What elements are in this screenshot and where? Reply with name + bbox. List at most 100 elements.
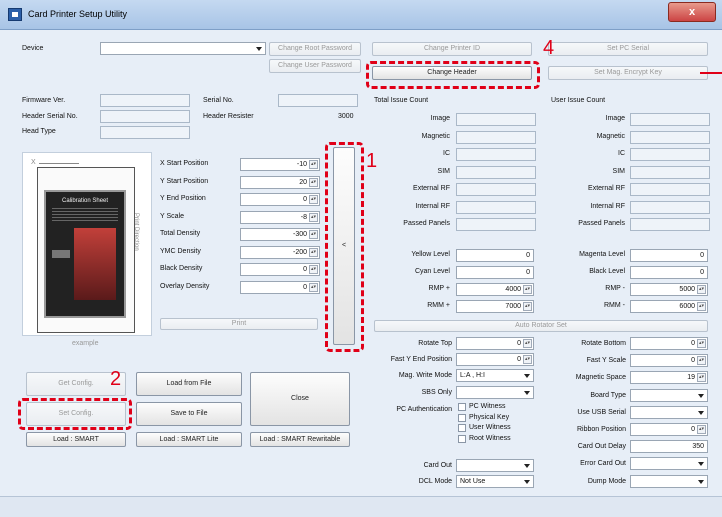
checkbox[interactable] xyxy=(458,413,466,422)
spinner-icon[interactable]: ▴▾ xyxy=(309,177,318,187)
load-smart-lite-button[interactable]: Load : SMART Lite xyxy=(136,432,242,447)
spinner-icon[interactable]: ▴▾ xyxy=(523,302,532,311)
position-input[interactable]: 0 ▴▾ xyxy=(240,263,320,276)
level-label: RMM + xyxy=(427,302,450,309)
position-label[interactable]: X Start Position xyxy=(160,160,208,167)
checkbox[interactable] xyxy=(458,434,466,443)
position-label[interactable]: Black Density xyxy=(160,265,202,272)
spinner-icon[interactable]: ▴▾ xyxy=(697,285,706,294)
position-label[interactable]: YMC Density xyxy=(160,248,201,255)
user-issue-row-label: Image xyxy=(605,115,625,122)
sbs-only-select[interactable] xyxy=(456,386,534,399)
position-input[interactable]: -300 ▴▾ xyxy=(240,228,320,241)
change-root-password-button[interactable]: Change Root Password xyxy=(269,42,361,56)
error-card-out-select[interactable] xyxy=(630,457,708,471)
position-label[interactable]: Overlay Density xyxy=(160,283,209,290)
spinner-icon[interactable]: ▴▾ xyxy=(697,425,706,434)
dcl-mode-value: Not Use xyxy=(460,478,486,485)
dump-mode-select[interactable] xyxy=(630,474,708,488)
use-usb-serial-select[interactable] xyxy=(630,405,708,419)
position-value: -10 xyxy=(296,161,307,168)
level-input[interactable]: 4000 ▴▾ xyxy=(456,283,534,296)
position-label[interactable]: Y Scale xyxy=(160,213,184,220)
level-input[interactable]: 7000 ▴▾ xyxy=(456,300,534,313)
level-input[interactable]: 5000 ▴▾ xyxy=(630,283,708,296)
spinner-icon[interactable]: ▴▾ xyxy=(309,230,318,239)
spinner-icon[interactable]: ▴▾ xyxy=(309,160,318,169)
board-type-select[interactable] xyxy=(630,388,708,402)
total-issue-row-label: Image xyxy=(430,115,450,122)
load-smart-button[interactable]: Load : SMART xyxy=(26,432,126,447)
spinner-icon[interactable]: ▴▾ xyxy=(523,285,532,294)
spinner-icon[interactable]: ▴▾ xyxy=(523,339,532,348)
close-button[interactable]: Close xyxy=(250,372,350,426)
spinner-icon[interactable]: ▴▾ xyxy=(697,339,706,348)
checkbox[interactable] xyxy=(458,424,466,432)
spinner-icon[interactable]: ▴▾ xyxy=(309,212,318,222)
magnetic-space-input[interactable]: 19 ▴▾ xyxy=(630,371,708,385)
title-bar: Card Printer Setup Utility x xyxy=(0,0,722,30)
card-out-select[interactable] xyxy=(456,459,534,472)
rotate-bottom-input[interactable]: 0 ▴▾ xyxy=(630,337,708,350)
position-input[interactable]: 0 ▴▾ xyxy=(240,280,320,294)
spinner-icon[interactable]: ▴▾ xyxy=(697,302,706,311)
head-type-field xyxy=(100,126,190,139)
fast-y-end-input[interactable]: 0 ▴▾ xyxy=(456,353,534,366)
device-select[interactable] xyxy=(100,42,266,55)
auto-rotator-set-button[interactable]: Auto Rotator Set xyxy=(374,320,708,332)
dcl-mode-select[interactable]: Not Use xyxy=(456,475,534,488)
position-label[interactable]: Y End Position xyxy=(160,195,206,202)
position-input[interactable]: 0 ▴▾ xyxy=(240,193,320,206)
print-button[interactable]: Print xyxy=(160,318,318,330)
spinner-icon[interactable]: ▴▾ xyxy=(309,265,318,274)
spinner-icon[interactable]: ▴▾ xyxy=(697,356,706,366)
close-window-button[interactable]: x xyxy=(668,2,716,22)
level-input[interactable]: 0 xyxy=(630,266,708,279)
mag-write-mode-select[interactable]: L:A , H:I xyxy=(456,369,534,382)
firmware-ver-label: Firmware Ver. xyxy=(22,97,66,104)
position-input[interactable]: -200 ▴▾ xyxy=(240,245,320,259)
user-issue-count-title: User Issue Count xyxy=(551,97,606,104)
position-input[interactable]: -10 ▴▾ xyxy=(240,158,320,171)
load-from-file-button[interactable]: Load from File xyxy=(136,372,242,396)
save-to-file-button[interactable]: Save to File xyxy=(136,402,242,426)
annotation-box-2 xyxy=(366,61,540,89)
set-mag-encrypt-key-button[interactable]: Set Mag. Encrypt Key xyxy=(548,66,708,80)
spinner-icon[interactable]: ▴▾ xyxy=(309,247,318,257)
total-issue-row-label: External RF xyxy=(413,185,450,192)
level-label: Cyan Level xyxy=(414,268,450,275)
level-input[interactable]: 0 xyxy=(456,266,534,279)
level-value: 7000 xyxy=(505,303,521,310)
total-issue-row-field xyxy=(456,165,536,179)
rotate-top-input[interactable]: 0 ▴▾ xyxy=(456,337,534,350)
dump-mode-label: Dump Mode xyxy=(587,477,626,485)
ribbon-position-input[interactable]: 0 ▴▾ xyxy=(630,423,708,436)
annotation-pointer-line xyxy=(700,72,722,74)
change-printer-id-button[interactable]: Change Printer ID xyxy=(372,42,532,56)
use-usb-serial-label: Use USB Serial xyxy=(577,408,626,416)
spinner-icon[interactable]: ▴▾ xyxy=(523,355,532,364)
header-serial-no-field xyxy=(100,110,190,123)
checkbox[interactable] xyxy=(458,403,466,411)
spinner-icon[interactable]: ▴▾ xyxy=(309,195,318,204)
spinner-icon[interactable]: ▴▾ xyxy=(697,373,706,383)
level-input[interactable]: 6000 ▴▾ xyxy=(630,300,708,313)
level-input[interactable]: 0 xyxy=(456,249,534,262)
position-input[interactable]: -8 ▴▾ xyxy=(240,210,320,224)
position-input[interactable]: 20 ▴▾ xyxy=(240,175,320,189)
position-label[interactable]: Y Start Position xyxy=(160,178,208,185)
position-label[interactable]: Total Density xyxy=(160,230,200,237)
device-label: Device xyxy=(22,45,44,52)
card-out-delay-input[interactable]: 350 xyxy=(630,440,708,454)
calibration-mark xyxy=(52,250,70,258)
firmware-ver-field xyxy=(100,94,190,107)
fast-y-scale-input[interactable]: 0 ▴▾ xyxy=(630,354,708,368)
load-smart-rewritable-button[interactable]: Load : SMART Rewritable xyxy=(250,432,350,447)
sbs-only-label: SBS Only xyxy=(421,389,452,396)
set-pc-serial-button[interactable]: Set PC Serial xyxy=(548,42,708,56)
spinner-icon[interactable]: ▴▾ xyxy=(309,282,318,292)
user-issue-row-label: SIM xyxy=(612,167,625,175)
calibration-photo xyxy=(74,228,116,300)
change-user-password-button[interactable]: Change User Password xyxy=(269,59,361,73)
level-input[interactable]: 0 xyxy=(630,249,708,262)
